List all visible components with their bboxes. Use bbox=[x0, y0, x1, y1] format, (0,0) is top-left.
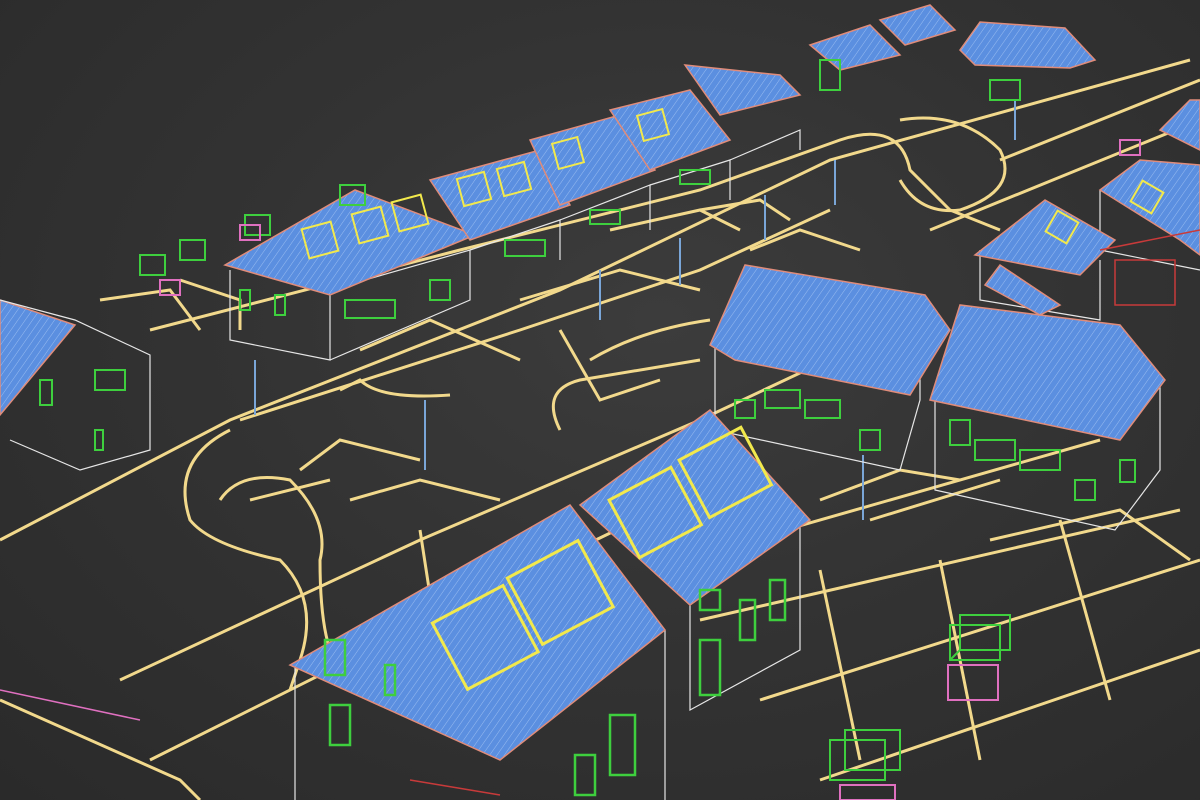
window bbox=[859, 429, 881, 451]
window bbox=[738, 598, 757, 642]
plot-line bbox=[299, 438, 421, 472]
bin-store-pink bbox=[239, 224, 261, 241]
window bbox=[949, 419, 971, 446]
plot-line bbox=[99, 288, 202, 331]
window bbox=[344, 299, 396, 319]
door bbox=[698, 638, 722, 697]
road-curve bbox=[339, 378, 451, 398]
roof bbox=[808, 24, 902, 71]
window bbox=[94, 429, 104, 451]
window bbox=[1119, 459, 1136, 483]
plot-line bbox=[818, 569, 862, 761]
plot-line bbox=[249, 478, 331, 502]
porch-canopy bbox=[974, 439, 1016, 461]
bin-store-pink bbox=[159, 279, 181, 296]
plot-line bbox=[349, 478, 501, 502]
road-loop bbox=[183, 428, 309, 691]
wireframe-scene[interactable] bbox=[0, 0, 1200, 800]
roof bbox=[959, 21, 1097, 69]
roof bbox=[973, 199, 1117, 276]
plot-line bbox=[179, 278, 242, 330]
window bbox=[39, 379, 53, 406]
plot-line bbox=[558, 329, 661, 402]
roof bbox=[878, 4, 957, 46]
roof bbox=[709, 264, 951, 396]
window bbox=[1074, 479, 1096, 501]
window bbox=[989, 79, 1021, 101]
house-row-east[interactable] bbox=[709, 99, 1200, 531]
porch-canopy bbox=[804, 399, 841, 419]
road-curve-right bbox=[551, 358, 701, 431]
window bbox=[679, 169, 711, 185]
house-pair-front[interactable] bbox=[288, 408, 812, 800]
plot-line bbox=[1058, 519, 1112, 701]
plot-line bbox=[989, 508, 1191, 562]
porch-canopy bbox=[764, 389, 801, 409]
house-west[interactable] bbox=[0, 299, 151, 471]
window bbox=[504, 239, 546, 257]
bin-store-pink bbox=[839, 784, 896, 800]
bin-store-pink bbox=[947, 664, 999, 701]
cul-de-sac bbox=[898, 116, 1007, 213]
window bbox=[573, 753, 597, 797]
window bbox=[429, 279, 451, 301]
house-walls bbox=[729, 129, 801, 161]
plot-line bbox=[759, 558, 1200, 702]
3d-viewport[interactable] bbox=[0, 0, 1200, 800]
door bbox=[608, 713, 637, 777]
roof bbox=[1158, 99, 1200, 151]
plot-line bbox=[359, 318, 521, 362]
road-bend bbox=[589, 318, 711, 362]
plot-line bbox=[819, 648, 1200, 782]
window bbox=[94, 369, 126, 391]
red-outline bbox=[1114, 259, 1176, 306]
window bbox=[328, 703, 352, 747]
